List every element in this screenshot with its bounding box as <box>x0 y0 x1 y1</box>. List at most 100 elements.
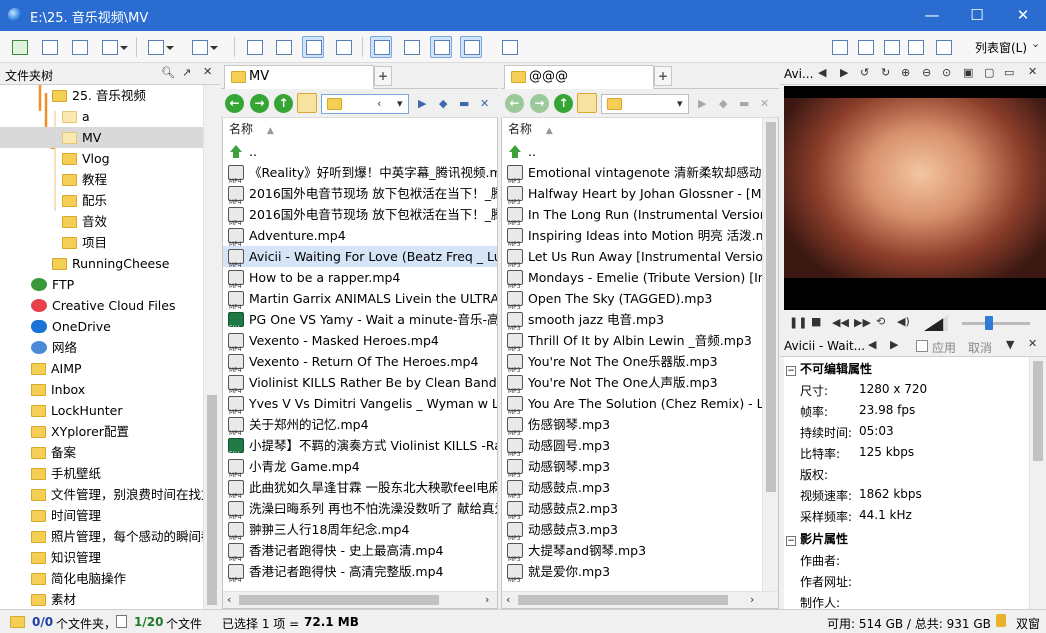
prop-value[interactable]: 1862 kbps <box>859 487 922 501</box>
close-button[interactable]: ✕ <box>1000 0 1046 31</box>
pane2-h-scrollbar[interactable]: ‹ › <box>502 591 778 608</box>
file-row[interactable]: 动感圆号.mp3 <box>502 435 762 465</box>
play-icon[interactable]: ▶ <box>698 97 706 110</box>
file-row[interactable]: 动感鼓点2.mp3 <box>502 498 762 528</box>
file-row[interactable]: 小提琴】不羁的演奏方式 Violinist KILLS -Rath <box>223 435 497 465</box>
zoom-out-icon[interactable]: ⊖ <box>922 66 931 79</box>
fast-forward-icon[interactable]: ▶▶ <box>854 316 871 329</box>
tree-item[interactable]: XYplorer配置 <box>0 421 203 442</box>
file-row[interactable]: 《Reality》好听到爆！中英字幕_腾讯视频.mp4 <box>223 162 497 192</box>
prop-value[interactable]: 05:03 <box>859 424 894 438</box>
file-row[interactable]: 翀翀三人行18周年纪念.mp4 <box>223 519 497 549</box>
tree-scrollbar[interactable] <box>203 85 220 609</box>
tree-item[interactable]: LockHunter <box>0 400 203 421</box>
rotate-left-icon[interactable]: ↺ <box>860 66 869 79</box>
file-row[interactable]: 洗澡曰晦系列 再也不怕洗澡没数听了 献给真爱 <box>223 498 497 528</box>
file-row[interactable]: 动感鼓点.mp3 <box>502 477 762 507</box>
file-row[interactable]: PG One VS Yamy - Wait a minute-音乐-高清 <box>223 309 497 339</box>
tree-item[interactable]: 25. 音乐视频 <box>0 85 203 106</box>
play-icon[interactable]: ▶ <box>418 97 426 110</box>
next-icon[interactable]: ▶ <box>890 338 898 351</box>
tree-item[interactable]: Creative Cloud Files <box>0 295 203 316</box>
favorites-button[interactable] <box>297 93 317 113</box>
props-menu-icon[interactable]: ▼ <box>1006 338 1014 351</box>
file-row[interactable]: 小青龙 Game.mp4 <box>223 456 497 486</box>
tree-item[interactable]: RunningCheese <box>0 253 203 274</box>
tree-item[interactable]: 手机壁纸 <box>0 463 203 484</box>
file-row[interactable]: 香港记者跑得快 - 高清完整版.mp4 <box>223 561 497 591</box>
zoom-in-icon[interactable]: ⊕ <box>901 66 910 79</box>
apply-checkbox[interactable] <box>916 340 928 352</box>
file-row[interactable]: You're Not The One人声版.mp3 <box>502 372 762 402</box>
file-row[interactable]: 大提琴and钢琴.mp3 <box>502 540 762 570</box>
pane1-new-tab-button[interactable]: + <box>374 66 392 86</box>
prop-value[interactable]: 125 kbps <box>859 445 914 459</box>
sort-by-date-button[interactable] <box>854 36 876 58</box>
file-row[interactable]: 2016国外电音节现场 放下包袱活在当下！_腾讯 <box>223 183 497 213</box>
fullscreen-icon[interactable]: ▣ <box>963 66 973 79</box>
file-row[interactable]: Adventure.mp4 <box>223 225 497 255</box>
props-close-icon[interactable]: ✕ <box>1028 337 1037 350</box>
file-row[interactable]: Avicii - Waiting For Love (Beatz Freq _ … <box>223 246 497 276</box>
layout-icon[interactable]: ▬ <box>739 97 749 110</box>
stop-icon[interactable]: ■ <box>811 315 821 328</box>
rewind-icon[interactable]: ◀◀ <box>832 316 849 329</box>
file-row[interactable]: Emotional vintagenote 清新柔软却感动人心 <box>502 162 762 192</box>
configuration-button[interactable] <box>904 36 926 58</box>
tree-item[interactable]: AIMP <box>0 358 203 379</box>
history-button[interactable] <box>68 36 90 58</box>
file-row[interactable]: Mondays - Emelie (Tribute Version) [Inst <box>502 267 762 297</box>
pane1-address-combo[interactable]: ‹ ▾ <box>321 94 409 114</box>
info-panel-button[interactable] <box>460 36 482 58</box>
pane-close-icon[interactable]: ✕ <box>480 97 489 110</box>
check-boxes-button[interactable] <box>332 36 354 58</box>
tree-item[interactable]: MV <box>0 127 203 148</box>
video-preview[interactable] <box>784 86 1046 310</box>
status-pane-mode[interactable]: 双窗 <box>1016 615 1040 632</box>
maximize-button[interactable]: ☐ <box>954 0 1000 31</box>
loop-icon[interactable]: ⟲ <box>876 315 885 328</box>
tree-item[interactable]: 简化电脑操作 <box>0 568 203 589</box>
tree-item[interactable]: 音效 <box>0 211 203 232</box>
seek-thumb[interactable] <box>985 316 994 330</box>
file-row[interactable]: Open The Sky (TAGGED).mp3 <box>502 288 762 318</box>
tree-item[interactable]: 教程 <box>0 169 203 190</box>
pane-close-icon[interactable]: ✕ <box>760 97 769 110</box>
props-scroll-thumb[interactable] <box>1033 361 1043 461</box>
rotate-right-icon[interactable]: ↻ <box>881 66 890 79</box>
prop-value[interactable]: 23.98 fps <box>859 403 915 417</box>
disk-info-button[interactable] <box>38 36 60 58</box>
tree-toggle-button[interactable] <box>400 36 422 58</box>
tree-scroll-thumb[interactable] <box>207 395 217 605</box>
pause-icon[interactable]: ❚❚ <box>789 316 807 329</box>
tree-item[interactable]: 项目 <box>0 232 203 253</box>
prev-icon[interactable]: ◀ <box>868 338 876 351</box>
new-item-button[interactable] <box>144 36 174 58</box>
file-row[interactable]: Halfway Heart by Johan Glossner - [Mod <box>502 183 762 213</box>
tree-item[interactable]: 时间管理 <box>0 505 203 526</box>
sort-by-type-button[interactable] <box>880 36 902 58</box>
pane2-new-tab-button[interactable]: + <box>654 66 672 86</box>
file-row[interactable]: Let Us Run Away [Instrumental Version] b <box>502 246 762 276</box>
tree-item[interactable]: 素材 <box>0 589 203 609</box>
file-row[interactable]: 动感钢琴.mp3 <box>502 456 762 486</box>
fit-icon[interactable]: ⊙ <box>942 66 951 79</box>
tree-item[interactable]: 配乐 <box>0 190 203 211</box>
tree-close-icon[interactable]: ✕ <box>203 65 212 78</box>
pane1-h-thumb[interactable] <box>239 595 439 605</box>
file-row[interactable]: How to be a rapper.mp4 <box>223 267 497 297</box>
tree-search-icon[interactable]: 🔍︎ <box>161 66 175 79</box>
lock-icon[interactable] <box>996 614 1006 627</box>
prop-value[interactable]: 44.1 kHz <box>859 508 912 522</box>
file-row[interactable]: Martin Garrix ANIMALS Livein the ULTRA M <box>223 288 497 318</box>
seek-track[interactable] <box>962 316 1030 330</box>
print-button[interactable] <box>188 36 218 58</box>
file-row[interactable]: Thrill Of It by Albin Lewin _音频.mp3 <box>502 330 762 360</box>
pane1-name-column[interactable]: 名称 ▲ <box>223 118 483 141</box>
file-row[interactable]: .. <box>223 141 497 162</box>
layout-icon[interactable]: ▬ <box>459 97 469 110</box>
forward-icon[interactable]: → <box>530 94 549 113</box>
file-row[interactable]: 就是爱你.mp3 <box>502 561 762 591</box>
pane2-name-column[interactable]: 名称 ▲ <box>502 118 762 141</box>
file-row[interactable]: Violinist KILLS Rather Be by Clean Bandi… <box>223 372 497 402</box>
